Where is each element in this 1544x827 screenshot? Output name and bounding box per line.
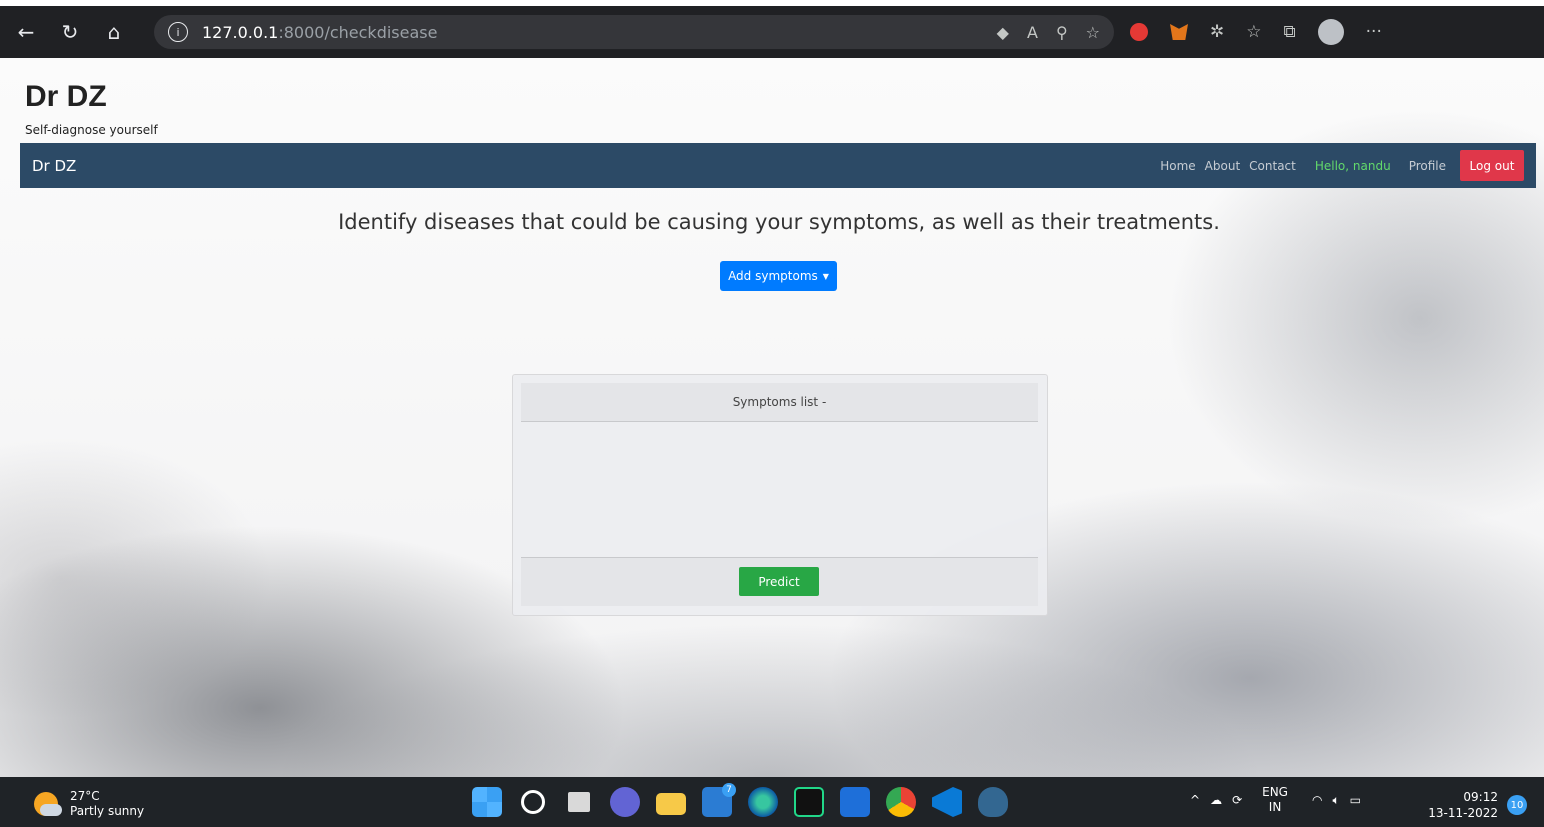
page-content: Dr DZ Self-diagnose yourself Dr DZ Home … [0,58,1544,777]
address-bar[interactable]: i 127.0.0.1:8000/checkdisease ◆ A ⚲ ☆ [154,15,1114,49]
navbar-brand[interactable]: Dr DZ [32,157,76,175]
predict-button[interactable]: Predict [739,567,819,596]
zoom-icon[interactable]: ⚲ [1056,23,1068,42]
lang-top: ENG [1262,785,1288,799]
mail-badge: 7 [722,783,736,797]
url-host: 127.0.0.1 [202,22,279,42]
weather-widget[interactable]: 27°C Partly sunny [34,789,144,819]
user-greeting: Hello, nandu [1314,158,1391,173]
show-hidden-icons-icon[interactable]: ^ [1190,793,1200,807]
logout-button[interactable]: Log out [1460,150,1524,181]
site-title: Dr DZ [25,80,107,113]
chrome-icon[interactable] [886,787,916,817]
extensions-icon[interactable]: ✲ [1210,22,1224,42]
volume-icon[interactable]: 🔈︎ [1332,793,1339,808]
profile-avatar-icon[interactable] [1317,19,1344,45]
partly-sunny-icon [34,792,62,816]
windows-taskbar: 27°C Partly sunny 7 ^ ☁ ⟳ ENG IN ◠ 🔈︎ ▭ … [0,777,1544,827]
task-view-icon[interactable] [568,792,590,812]
clock[interactable]: 09:12 13-11-2022 [1428,789,1498,821]
symptoms-list-header: Symptoms list - [521,383,1038,422]
nav-profile[interactable]: Profile [1409,159,1446,173]
url-path: :8000/checkdisease [278,22,438,42]
battery-icon[interactable]: ▭ [1350,793,1361,807]
notification-badge[interactable]: 10 [1507,795,1527,815]
add-symptoms-dropdown-button[interactable]: Add symptoms ▼ [720,261,837,291]
more-menu-icon[interactable]: ··· [1366,22,1382,42]
onedrive-icon[interactable]: ☁ [1210,793,1222,807]
mail-icon[interactable]: 7 [702,783,736,817]
edge-browser-icon[interactable] [748,787,778,817]
temperature: 27°C [70,789,100,803]
clock-date: 13-11-2022 [1428,806,1498,820]
tag-icon[interactable]: ◆ [997,23,1009,42]
navbar: Dr DZ Home About Contact Hello, nandu Pr… [20,143,1536,188]
nav-about[interactable]: About [1205,159,1240,173]
system-tray: ^ ☁ ⟳ ENG IN ◠ 🔈︎ ▭ [1190,785,1361,815]
info-icon[interactable]: i [168,22,188,42]
pycharm-icon[interactable] [794,787,824,817]
caret-down-icon: ▼ [822,271,829,281]
favorites-icon[interactable]: ☆ [1246,22,1261,42]
start-icon[interactable] [472,787,502,817]
site-tagline: Self-diagnose yourself [25,123,158,137]
collections-icon[interactable]: ⧉ [1284,22,1296,42]
wifi-icon[interactable]: ◠ [1312,793,1322,807]
nav-contact[interactable]: Contact [1249,159,1296,173]
vscode-icon[interactable] [932,787,962,817]
sync-icon[interactable]: ⟳ [1232,793,1242,807]
adblock-extension-icon[interactable] [1130,23,1148,41]
symptoms-card-footer: Predict [521,557,1038,606]
add-symptoms-label: Add symptoms [728,269,818,283]
lang-bottom: IN [1268,800,1282,814]
browser-toolbar: ← ↻ ⌂ i 127.0.0.1:8000/checkdisease ◆ A … [0,0,1544,58]
favorite-add-icon[interactable]: ☆ [1086,23,1100,42]
teams-chat-icon[interactable] [610,787,640,817]
search-icon[interactable] [521,790,545,814]
read-aloud-icon[interactable]: A [1027,23,1038,42]
postgresql-icon[interactable] [978,787,1008,817]
symptoms-card: Symptoms list - Predict [512,374,1048,616]
metamask-extension-icon[interactable] [1170,24,1188,40]
clock-time: 09:12 [1463,790,1498,804]
home-icon[interactable]: ⌂ [96,14,132,50]
weather-condition: Partly sunny [70,804,145,818]
input-language[interactable]: ENG IN [1262,785,1288,815]
page-heading: Identify diseases that could be causing … [338,210,1220,234]
back-icon[interactable]: ← [8,14,44,50]
nav-home[interactable]: Home [1160,159,1195,173]
refresh-icon[interactable]: ↻ [52,14,88,50]
lens-app-icon[interactable] [840,787,870,817]
file-explorer-icon[interactable] [656,793,686,815]
